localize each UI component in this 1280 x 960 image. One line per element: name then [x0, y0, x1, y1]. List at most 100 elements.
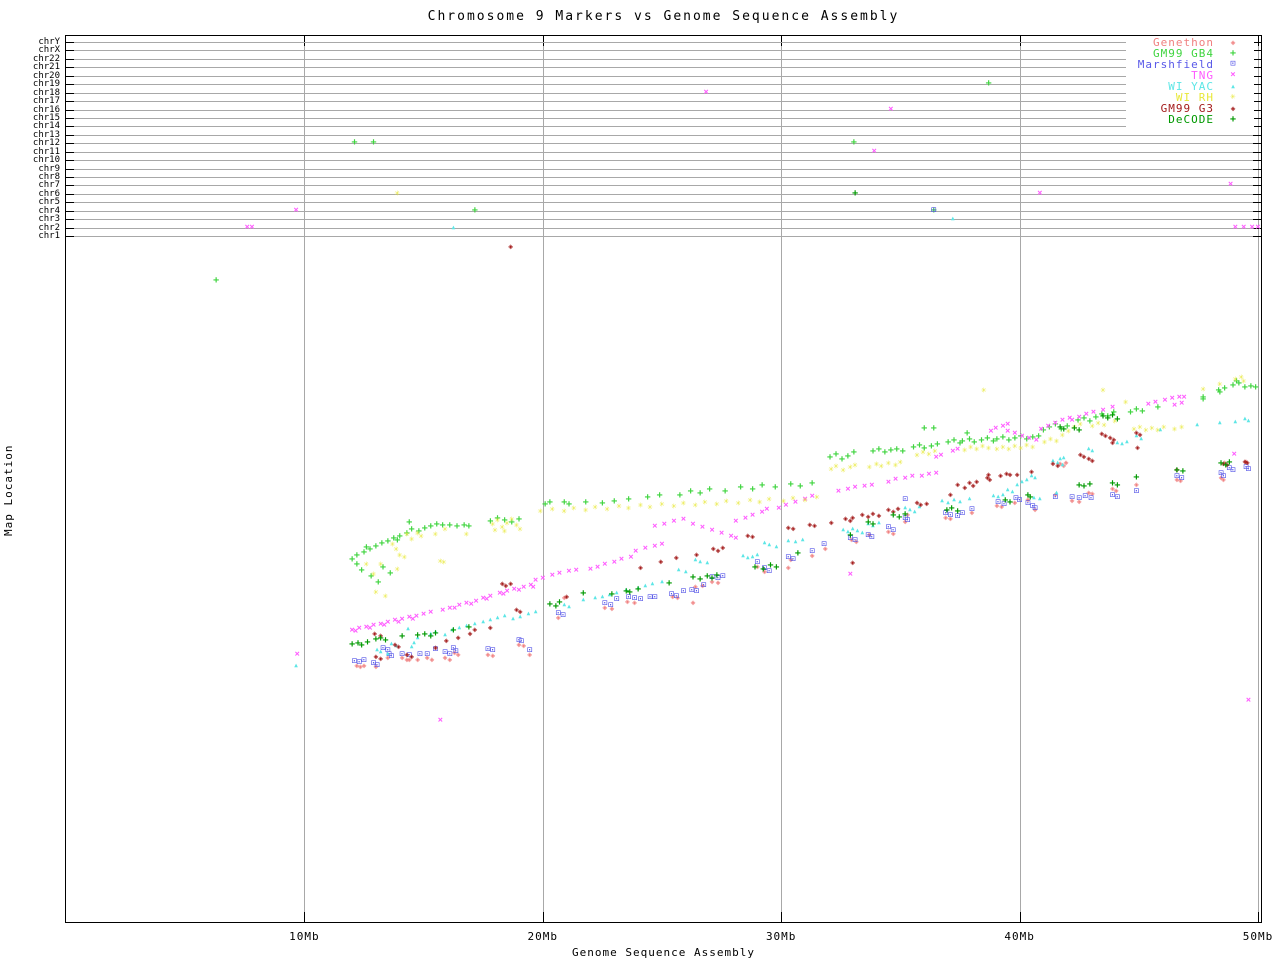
marker-decode: +	[609, 590, 615, 600]
marker-tng: ×	[886, 479, 891, 488]
marker-tng: ×	[993, 425, 998, 434]
marker-g3: ◈	[720, 544, 725, 552]
marker-rh: ✳	[981, 387, 986, 396]
marker-decode: +	[773, 563, 779, 573]
chrom-tick-left-chr19	[66, 84, 74, 85]
marker-tng: ×	[1153, 399, 1158, 408]
marker-rh: ✳	[781, 498, 786, 507]
marker-marshfield: ⊡	[720, 573, 725, 582]
chrom-tick-right-chr16	[1253, 110, 1261, 111]
marker-marshfield: ⊡	[361, 657, 366, 666]
marker-yac: ▲	[684, 569, 688, 575]
marker-g3: ◈	[1015, 471, 1020, 479]
marker-rh: ✳	[383, 593, 388, 602]
marker-marshfield: ⊡	[1134, 488, 1139, 497]
marker-yac: ▲	[746, 555, 750, 561]
marker-tng: ×	[938, 452, 943, 461]
marker-tng: ×	[484, 596, 489, 605]
chrom-line-chr22	[66, 59, 1261, 60]
marker-yac: ▲	[841, 527, 845, 533]
marker-tng: ×	[440, 607, 445, 616]
chrom-tick-right-chrY	[1253, 42, 1261, 43]
marker-rh: ✳	[671, 503, 676, 512]
chrom-tick-left-chr5	[66, 202, 74, 203]
marker-tng: ×	[703, 88, 708, 97]
chrom-tick-left-chr1	[66, 236, 74, 237]
marker-rh: ✳	[373, 589, 378, 598]
marker-g3: ◈	[1029, 468, 1034, 476]
marker-rh: ✳	[702, 499, 707, 508]
marker-g3: ◈	[674, 554, 679, 562]
marker-rh: ✳	[409, 536, 414, 545]
marker-rh: ✳	[464, 531, 469, 540]
marker-rh: ✳	[433, 531, 438, 540]
marker-yac: ▲	[741, 553, 745, 559]
marker-tng: ×	[550, 572, 555, 581]
marker-yac: ▲	[1011, 489, 1015, 495]
marker-g3: ◈	[433, 644, 438, 652]
marker-rh: ✳	[442, 526, 447, 535]
marker-gb4: +	[722, 487, 728, 497]
marker-yac: ▲	[651, 581, 655, 587]
marker-decode: +	[635, 585, 641, 595]
marker-g3: ◈	[850, 559, 855, 567]
marker-rh: ✳	[638, 502, 643, 511]
marker-tng: ×	[566, 568, 571, 577]
marker-rh: ✳	[840, 467, 845, 476]
marker-tng: ×	[671, 518, 676, 527]
marker-decode: +	[580, 589, 586, 599]
marker-tng: ×	[516, 587, 521, 596]
marker-gb4: +	[371, 138, 377, 148]
marker-rh: ✳	[879, 463, 884, 472]
marker-g3: ◈	[378, 655, 383, 663]
marker-gb4: +	[788, 480, 794, 490]
marker-tng: ×	[1045, 423, 1050, 432]
marker-rh: ✳	[767, 496, 772, 505]
marker-tng: ×	[1091, 409, 1096, 418]
marker-g3: ◈	[658, 558, 663, 566]
chrom-line-chr18	[66, 93, 1261, 94]
x-tick-bottom-30Mb	[781, 912, 782, 922]
marker-yac: ▲	[643, 583, 647, 589]
marker-rh: ✳	[790, 495, 795, 504]
marker-rh: ✳	[920, 449, 925, 458]
marker-gb4: +	[1139, 407, 1145, 417]
marker-tng: ×	[612, 559, 617, 568]
marker-tng: ×	[540, 575, 545, 584]
marker-marshfield: ⊡	[969, 506, 974, 515]
x-tick-bottom-40Mb	[1020, 912, 1021, 922]
marker-g3: ◈	[924, 500, 929, 508]
marker-tng: ×	[662, 521, 667, 530]
chrom-tick-left-chr14	[66, 126, 74, 127]
marker-tng: ×	[743, 515, 748, 524]
marker-g3: ◈	[918, 501, 923, 509]
marker-yac: ▲	[958, 499, 962, 505]
chrom-tick-right-chr8	[1253, 177, 1261, 178]
chrom-line-chr1	[66, 236, 1261, 237]
marker-rh: ✳	[1054, 438, 1059, 447]
marker-marshfield: ⊡	[1115, 494, 1120, 503]
marker-yac: ▲	[756, 552, 760, 558]
marker-decode: +	[1180, 467, 1186, 477]
marker-g3: ◈	[456, 634, 461, 642]
marker-rh: ✳	[1000, 444, 1005, 453]
marker-yac: ▲	[452, 225, 456, 231]
marker-yac: ▲	[1061, 462, 1065, 468]
marker-rh: ✳	[395, 189, 400, 198]
chrom-tick-left-chr9	[66, 169, 74, 170]
marker-g3: ◈	[488, 624, 493, 632]
chrom-tick-left-chr18	[66, 93, 74, 94]
marker-tng: ×	[1037, 189, 1042, 198]
chrom-tick-left-chr21	[66, 67, 74, 68]
marker-g3: ◈	[850, 514, 855, 522]
chrom-line-chrX	[66, 50, 1261, 51]
marker-rh: ✳	[616, 503, 621, 512]
marker-yac: ▲	[856, 528, 860, 534]
marker-g3: ◈	[860, 511, 865, 519]
chrom-tick-right-chr12	[1253, 143, 1261, 144]
marker-marshfield: ⊡	[1088, 495, 1093, 504]
marker-rh: ✳	[980, 443, 985, 452]
marker-decode: +	[556, 598, 562, 608]
marker-marshfield: ⊡	[1076, 495, 1081, 504]
marker-genethon: ◈	[430, 656, 435, 664]
